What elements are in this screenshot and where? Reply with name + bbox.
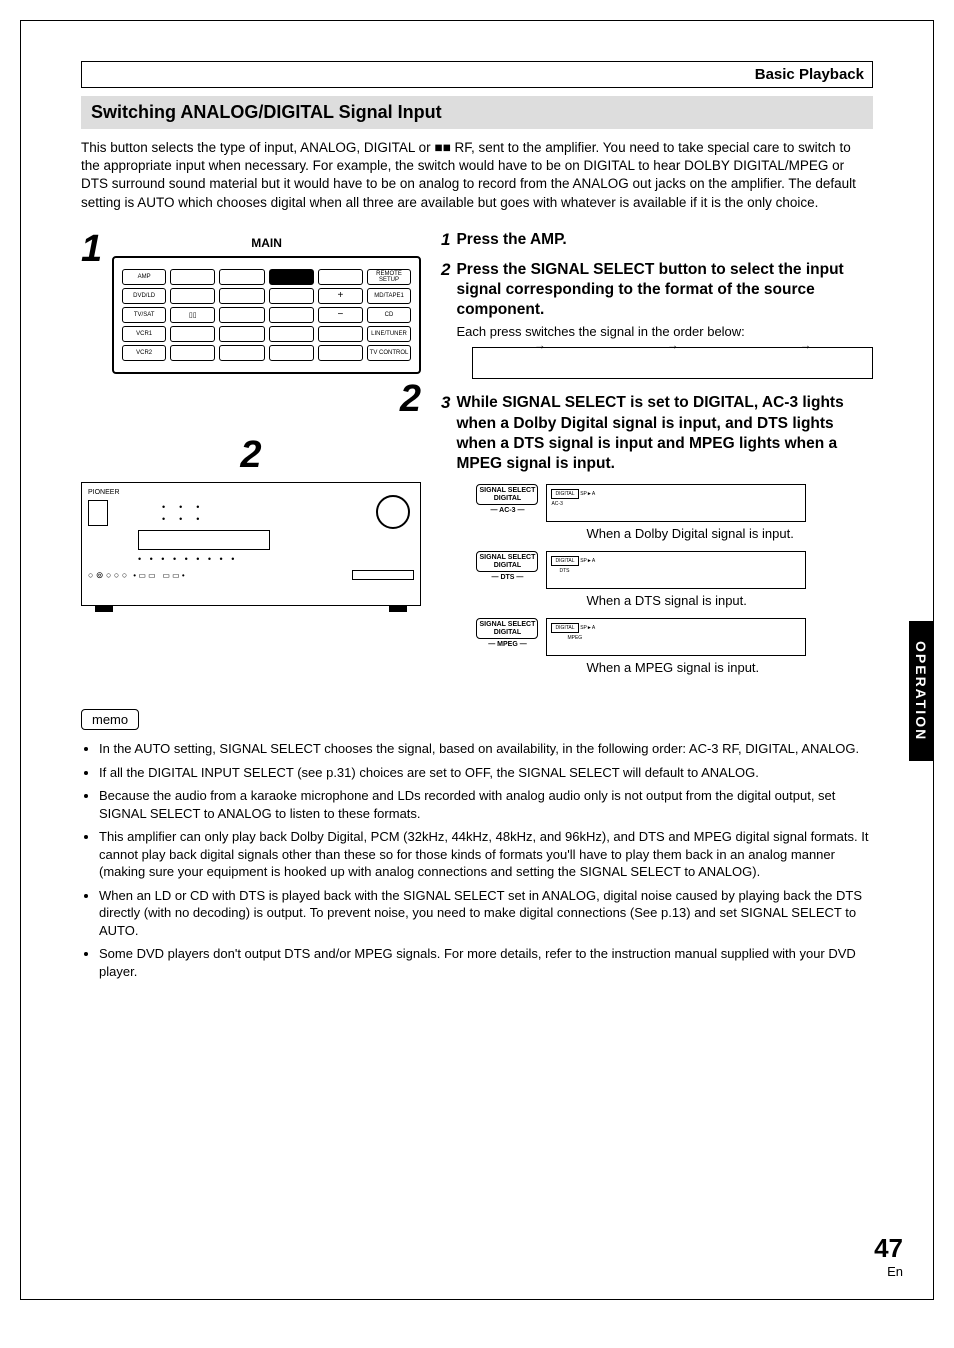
amplifier-diagram: PIONEER • • • • • • • • • • • • • • • ○ …: [81, 482, 421, 606]
memo-item: When an LD or CD with DTS is played back…: [99, 887, 873, 940]
step-3-title: While SIGNAL SELECT is set to DIGITAL, A…: [456, 393, 873, 474]
remote-btn-vcr2: VCR2: [122, 345, 166, 361]
page-footer: 47 En: [874, 1233, 903, 1279]
remote-diagram: AMPREMOTE SETUP DVD/LD+MD/TAPE1 TV/SAT▯▯…: [112, 256, 421, 374]
memo-label: memo: [81, 709, 139, 730]
arrow-icon: →: [800, 338, 812, 352]
memo-item: In the AUTO setting, SIGNAL SELECT choos…: [99, 740, 873, 758]
signal-select-button: SIGNAL SELECTDIGITAL: [476, 618, 538, 639]
signal-select-button: SIGNAL SELECTDIGITAL: [476, 551, 538, 572]
remote-btn-cd: CD: [367, 307, 411, 323]
arrow-icon: →: [667, 338, 679, 352]
remote-btn-linetuner: LINE/TUNER: [367, 326, 411, 342]
indicator-mpeg: MPEG: [497, 641, 518, 648]
memo-list: In the AUTO setting, SIGNAL SELECT choos…: [81, 740, 873, 981]
header-section: Basic Playback: [81, 61, 873, 88]
section-title: Switching ANALOG/DIGITAL Signal Input: [81, 96, 873, 129]
display-panel-dts: DIGITAL SP►A DTS: [546, 551, 806, 589]
step-2-title: Press the SIGNAL SELECT button to select…: [456, 260, 873, 320]
step-3-number: 3: [441, 393, 450, 685]
signal-flow-diagram: → → →: [472, 347, 873, 379]
indicator-ac3: AC-3: [499, 507, 515, 514]
memo-item: This amplifier can only play back Dolby …: [99, 828, 873, 881]
arrow-icon: →: [534, 338, 546, 352]
indicator-dts: DTS: [500, 574, 514, 581]
caption-dts: When a DTS signal is input.: [586, 593, 873, 608]
figure-number-2a: 2: [400, 378, 421, 420]
remote-main-label: MAIN: [112, 236, 421, 250]
memo-item: Some DVD players don't output DTS and/or…: [99, 945, 873, 980]
figure-number-1: 1: [81, 230, 102, 268]
memo-item: Because the audio from a karaoke microph…: [99, 787, 873, 822]
remote-btn-amp: AMP: [122, 269, 166, 285]
caption-ac3: When a Dolby Digital signal is input.: [586, 526, 873, 541]
step-1-title: Press the AMP.: [456, 230, 873, 250]
step-2-number: 2: [441, 260, 450, 379]
figure-number-2b: 2: [240, 434, 261, 476]
step-1-number: 1: [441, 230, 450, 250]
side-tab-operation: OPERATION: [909, 621, 933, 761]
remote-btn-remote-setup: REMOTE SETUP: [367, 269, 411, 285]
page-lang: En: [874, 1264, 903, 1279]
intro-paragraph: This button selects the type of input, A…: [81, 139, 873, 212]
remote-btn-mdtape1: MD/TAPE1: [367, 288, 411, 304]
display-panel-ac3: DIGITAL SP►A AC-3: [546, 484, 806, 522]
step-2-text: Each press switches the signal in the or…: [456, 324, 873, 339]
memo-item: If all the DIGITAL INPUT SELECT (see p.3…: [99, 764, 873, 782]
remote-btn-tvcontrol: TV CONTROL: [367, 345, 411, 361]
page-number: 47: [874, 1233, 903, 1264]
signal-select-button: SIGNAL SELECTDIGITAL: [476, 484, 538, 505]
remote-btn-vcr1: VCR1: [122, 326, 166, 342]
caption-mpeg: When a MPEG signal is input.: [586, 660, 873, 675]
remote-btn-tvsat: TV/SAT: [122, 307, 166, 323]
display-panel-mpeg: DIGITAL SP►A MPEG: [546, 618, 806, 656]
remote-btn-dvdld: DVD/LD: [122, 288, 166, 304]
